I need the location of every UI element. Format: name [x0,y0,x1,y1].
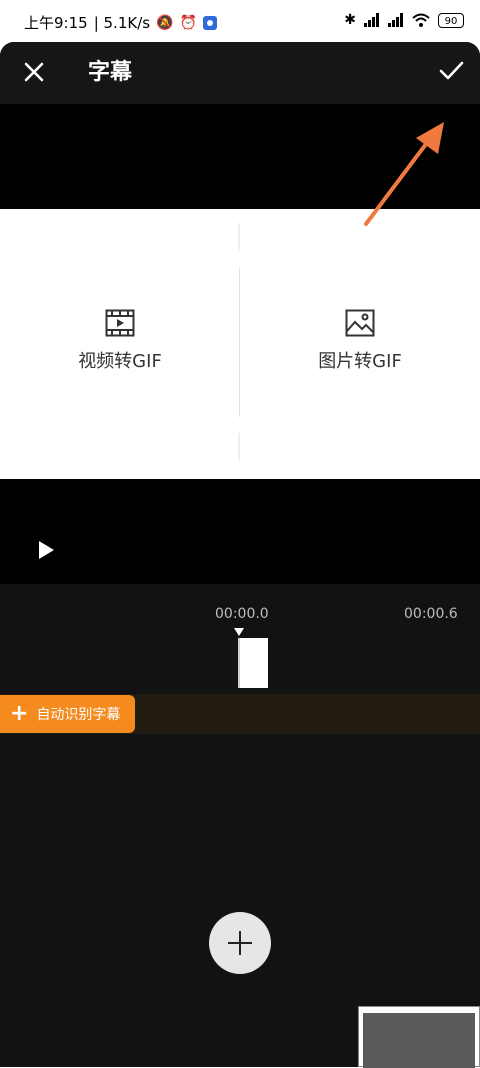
network-speed: | 5.1K/s [93,13,151,32]
arrow-annotation [364,122,444,226]
video-to-gif-label: 视频转GIF [78,351,162,372]
film-icon [105,309,135,337]
image-icon [345,309,375,337]
thumbnail-preview [363,1013,475,1068]
wifi-icon [412,13,430,27]
preview-frame: 视频转GIF 图片转GIF [0,209,480,479]
battery-icon: 90 [438,12,464,28]
auto-caption-button[interactable]: + 自动识别字幕 [0,695,135,733]
video-to-gif-option: 视频转GIF [0,309,240,373]
plus-icon [228,931,252,955]
add-caption-button[interactable] [209,912,271,974]
status-bar: 上午9:15 | 5.1K/s 🔕 ⏰ ✱ 90 [0,0,480,42]
image-to-gif-label: 图片转GIF [318,351,402,372]
divider [238,433,240,461]
divider [238,223,240,251]
signal-icon-2 [388,13,403,27]
caption-editor: 字幕 视频转GIF 图片转GIF 00:00.0 00:00.6 + 自动识别字… [0,42,480,1067]
app-notification-icon [202,15,217,30]
page-title: 字幕 [88,60,133,85]
image-to-gif-option: 图片转GIF [240,309,480,373]
checkmark-icon[interactable] [436,56,466,86]
plus-icon: + [10,701,29,726]
signal-icon-1 [364,13,379,27]
video-frame-thumbnail[interactable] [238,638,268,688]
timeline: 00:00.0 00:00.6 + 自动识别字幕 [0,584,480,1067]
header: 字幕 [0,42,480,104]
timecode-current: 00:00.0 [215,606,269,622]
auto-caption-label: 自动识别字幕 [36,707,121,723]
alarm-icon: ⏰ [179,14,197,31]
floating-thumbnail[interactable] [358,1006,480,1068]
close-icon[interactable] [20,58,48,86]
play-icon[interactable] [36,540,56,560]
playhead-marker[interactable] [234,628,244,636]
bluetooth-icon: ✱ [344,12,356,28]
timecode-next: 00:00.6 [404,606,458,622]
status-time: 上午9:15 [24,14,88,32]
mute-bell-icon: 🔕 [156,14,174,31]
